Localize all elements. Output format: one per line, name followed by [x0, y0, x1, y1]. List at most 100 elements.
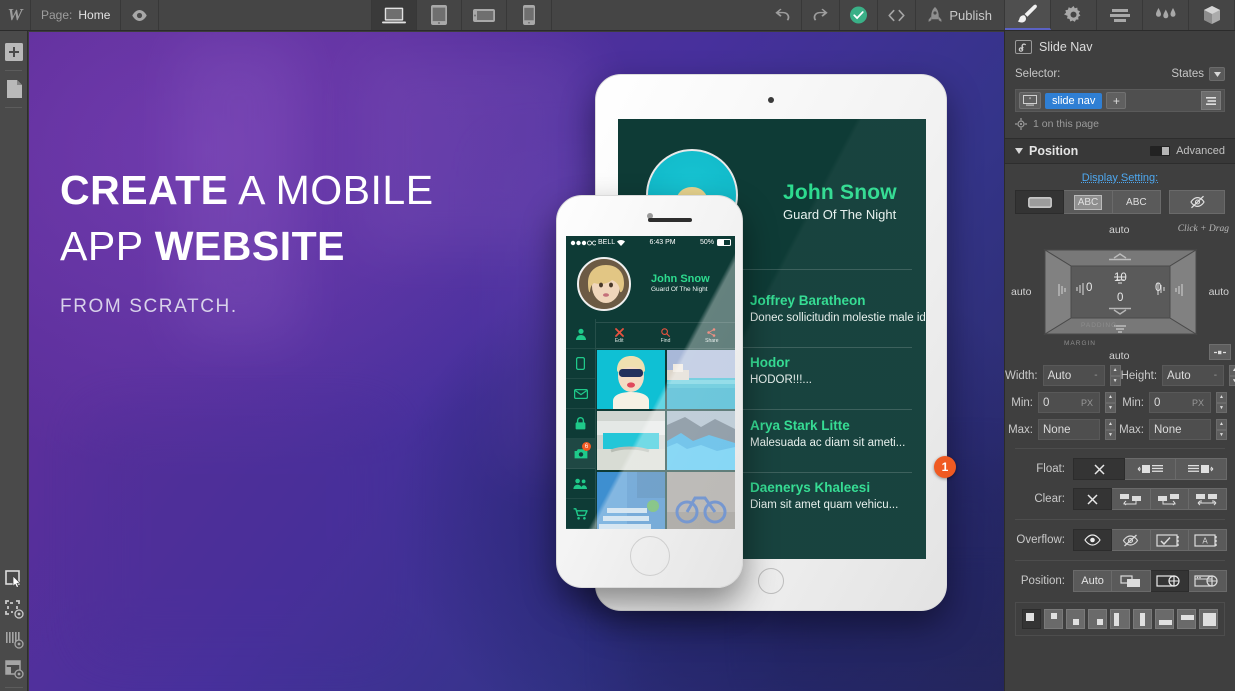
code-brackets-icon[interactable] — [878, 0, 917, 30]
height-stepper[interactable]: ▲▼ — [1229, 365, 1235, 386]
undo-arrow-icon[interactable] — [764, 0, 803, 30]
align-top-left-button[interactable] — [1022, 609, 1042, 629]
page-selector[interactable]: Page: Home — [31, 0, 122, 30]
photo-thumb[interactable] — [597, 350, 665, 409]
align-top-center-button[interactable] — [1044, 609, 1064, 629]
overflow-auto-button[interactable]: A — [1188, 529, 1227, 551]
pages-button[interactable] — [0, 74, 28, 104]
clear-none-button[interactable] — [1073, 488, 1113, 510]
min-width-input[interactable]: 0 PX — [1038, 392, 1100, 413]
clear-right-button[interactable] — [1150, 488, 1189, 510]
align-bottom-left-button[interactable] — [1066, 609, 1086, 629]
display-none-button[interactable] — [1169, 190, 1225, 214]
tab-style[interactable] — [1005, 0, 1052, 30]
float-none-button[interactable] — [1073, 458, 1125, 480]
align-stretch-left-button[interactable] — [1110, 609, 1130, 629]
padding-bottom-value[interactable]: 0 — [1117, 292, 1123, 304]
add-class-button[interactable]: + — [1106, 92, 1127, 109]
display-inline-block-button[interactable]: ABC — [1064, 190, 1113, 214]
overflow-hidden-button[interactable] — [1112, 529, 1151, 551]
preview-eye-icon[interactable] — [121, 0, 160, 30]
photo-thumb[interactable] — [667, 350, 735, 409]
float-right-button[interactable] — [1176, 458, 1227, 480]
position-section-header[interactable]: Position Advanced — [1005, 138, 1235, 164]
width-input[interactable]: Auto - — [1042, 365, 1105, 386]
align-stretch-top-button[interactable] — [1176, 609, 1196, 629]
position-auto-button[interactable]: Auto — [1073, 570, 1113, 592]
publish-button[interactable]: Publish — [916, 0, 1006, 30]
layout-tool-button[interactable] — [0, 654, 28, 684]
hero-text-block[interactable]: CREATE A MOBILE APP WEBSITE FROM SCRATCH… — [60, 162, 580, 318]
box-model-widget[interactable]: auto auto auto auto 10 0 0 0 PADDING MAR… — [1009, 222, 1231, 362]
position-relative-button[interactable] — [1112, 570, 1151, 592]
max-height-input[interactable]: None — [1149, 419, 1211, 440]
device-tablet-portrait[interactable] — [417, 0, 463, 30]
tab-assets[interactable] — [1189, 0, 1235, 30]
phone-nav-security[interactable] — [566, 409, 595, 439]
device-mobile[interactable] — [507, 0, 553, 30]
photo-thumb[interactable] — [597, 411, 665, 470]
float-left-button[interactable] — [1125, 458, 1176, 480]
phone-nav-mail[interactable] — [566, 379, 595, 409]
box-model-more-button[interactable] — [1209, 344, 1231, 360]
min-width-stepper[interactable]: ▲ ▼ — [1105, 392, 1116, 413]
states-dropdown[interactable]: States — [1171, 67, 1225, 81]
min-height-input[interactable]: 0 PX — [1149, 392, 1211, 413]
position-absolute-button[interactable] — [1150, 570, 1189, 592]
align-fill-button[interactable] — [1198, 609, 1218, 629]
photo-thumb[interactable] — [667, 472, 735, 529]
advanced-toggle[interactable]: Advanced — [1150, 145, 1225, 157]
phone-action-edit[interactable]: Edit — [596, 323, 642, 348]
display-inline-button[interactable]: ABC — [1112, 190, 1161, 214]
phone-mockup[interactable]: BELL 6:43 PM 50% John Snow Guard Of The … — [556, 195, 743, 588]
margin-right-value[interactable]: auto — [1209, 286, 1229, 298]
tab-effects[interactable] — [1143, 0, 1190, 30]
selector-menu-button[interactable] — [1201, 91, 1221, 110]
phone-nav-device[interactable] — [566, 349, 595, 379]
align-stretch-center-button[interactable] — [1132, 609, 1152, 629]
columns-tool-button[interactable] — [0, 624, 28, 654]
max-width-input[interactable]: None — [1038, 419, 1100, 440]
marquee-tool-button[interactable] — [0, 594, 28, 624]
select-tool-button[interactable] — [0, 564, 28, 594]
selector-chip[interactable]: slide nav — [1045, 92, 1103, 109]
tab-navigator[interactable] — [1097, 0, 1144, 30]
clear-both-button[interactable] — [1188, 488, 1227, 510]
phone-nav-photos[interactable]: 6 — [566, 439, 595, 469]
photo-thumb[interactable] — [667, 411, 735, 470]
margin-left-value[interactable]: auto — [1011, 286, 1031, 298]
phone-action-find[interactable]: Find — [642, 323, 688, 348]
align-stretch-bottom-button[interactable] — [1154, 609, 1174, 629]
phone-action-share[interactable]: Share — [689, 323, 735, 348]
device-desktop[interactable] — [372, 0, 418, 30]
padding-left-value[interactable]: 0 — [1086, 282, 1092, 294]
margin-top-value[interactable]: auto — [1109, 224, 1129, 236]
device-tablet-landscape[interactable] — [462, 0, 508, 30]
min-height-stepper[interactable]: ▲ ▼ — [1216, 392, 1227, 413]
margin-bottom-value[interactable]: auto — [1109, 350, 1129, 362]
green-check-icon[interactable] — [840, 0, 879, 30]
app-logo[interactable]: W — [0, 0, 31, 30]
add-element-button[interactable] — [0, 37, 28, 67]
clear-left-button[interactable] — [1112, 488, 1151, 510]
overflow-visible-button[interactable] — [1073, 529, 1113, 551]
max-width-stepper[interactable]: ▲ ▼ — [1105, 419, 1116, 440]
redo-arrow-icon[interactable] — [802, 0, 841, 30]
display-setting-label[interactable]: Display Setting: — [1005, 164, 1235, 190]
phone-nav-profile[interactable] — [566, 319, 595, 349]
notification-badge[interactable]: 1 — [934, 456, 956, 478]
display-block-button[interactable] — [1015, 190, 1065, 214]
element-scope-icon[interactable]: * — [1019, 92, 1041, 109]
width-stepper[interactable]: ▲ ▼ — [1109, 365, 1121, 386]
overflow-scroll-button[interactable] — [1150, 529, 1189, 551]
max-height-stepper[interactable]: ▲ ▼ — [1216, 419, 1227, 440]
phone-nav-shop[interactable] — [566, 499, 595, 529]
phone-nav-contacts[interactable] — [566, 469, 595, 499]
align-bottom-center-button[interactable] — [1088, 609, 1108, 629]
padding-right-value[interactable]: 0 — [1155, 282, 1161, 294]
height-input[interactable]: Auto - — [1162, 365, 1225, 386]
position-fixed-button[interactable] — [1188, 570, 1227, 592]
photo-thumb[interactable] — [597, 472, 665, 529]
design-canvas[interactable]: CREATE A MOBILE APP WEBSITE FROM SCRATCH… — [29, 32, 1004, 691]
padding-top-value[interactable]: 10 — [1114, 272, 1127, 284]
